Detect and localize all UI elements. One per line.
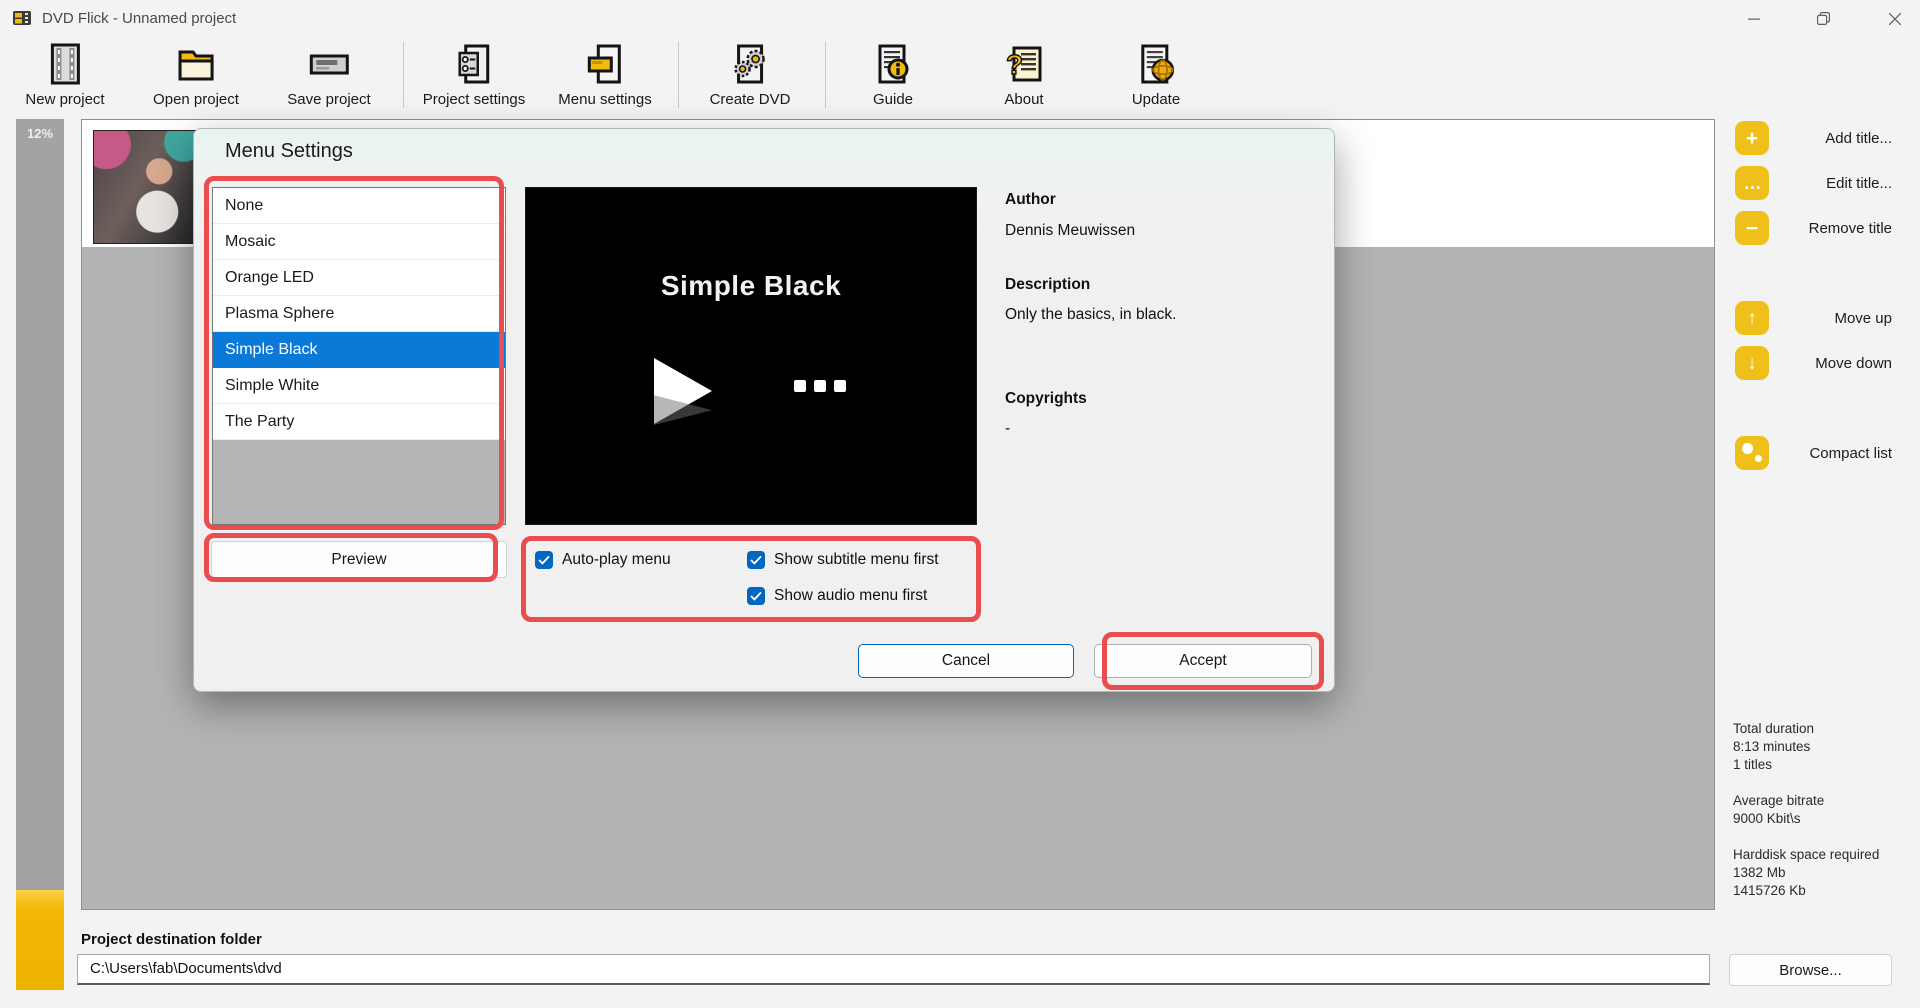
dialog-title: Menu Settings (225, 140, 353, 163)
author-label: Author (1005, 191, 1056, 209)
copyrights-label: Copyrights (1005, 390, 1087, 408)
move-down-icon: ↓ (1735, 346, 1769, 380)
new-project-button[interactable]: New project (25, 40, 104, 108)
play-icon-reflection (654, 395, 712, 425)
toolbar-separator (678, 42, 679, 108)
toolbar-label: New project (25, 91, 104, 108)
restore-icon (1817, 12, 1830, 25)
move-up-icon: ↑ (1735, 301, 1769, 335)
menu-settings-icon (581, 40, 629, 88)
add-title-button[interactable]: + Add title... (1735, 121, 1892, 155)
checkbox-checked-icon (535, 551, 553, 569)
video-thumbnail[interactable] (93, 130, 197, 244)
save-project-button[interactable]: Save project (287, 40, 370, 108)
move-down-button[interactable]: ↓ Move down (1735, 346, 1892, 380)
toolbar-label: Update (1132, 91, 1180, 108)
toolbar-label: Project settings (423, 91, 526, 108)
ellipsis-menu-icon (794, 380, 846, 392)
toolbar: New project Open project Save project (0, 37, 1920, 113)
list-item[interactable]: Simple White (213, 368, 505, 404)
remove-icon: − (1735, 211, 1769, 245)
create-dvd-button[interactable]: Create DVD (710, 40, 791, 108)
toolbar-label: Open project (153, 91, 239, 108)
menu-preview: Simple Black (525, 187, 977, 525)
update-icon (1132, 40, 1180, 88)
disc-capacity-percent: 12% (16, 126, 64, 141)
checkbox-checked-icon (747, 551, 765, 569)
checkbox-checked-icon (747, 587, 765, 605)
total-duration-stats: Total duration 8:13 minutes 1 titles (1733, 720, 1908, 774)
toolbar-label: Save project (287, 91, 370, 108)
accept-button[interactable]: Accept (1094, 644, 1312, 678)
list-item[interactable]: Orange LED (213, 260, 505, 296)
show-subtitle-menu-first-checkbox[interactable]: Show subtitle menu first (747, 549, 939, 571)
edit-title-button[interactable]: … Edit title... (1735, 166, 1892, 200)
browse-button[interactable]: Browse... (1729, 954, 1892, 986)
window-title: DVD Flick - Unnamed project (42, 0, 236, 37)
list-item-selected[interactable]: Simple Black (213, 332, 505, 368)
compact-list-icon (1735, 436, 1769, 470)
list-item[interactable]: None (213, 188, 505, 224)
destination-folder-value: C:\Users\fab\Documents\dvd (90, 960, 282, 977)
update-button[interactable]: Update (1132, 40, 1180, 108)
description-value: Only the basics, in black. (1005, 306, 1176, 324)
edit-icon: … (1735, 166, 1769, 200)
guide-button[interactable]: Guide (869, 40, 917, 108)
minimize-icon (1748, 13, 1760, 25)
remove-title-button[interactable]: − Remove title (1735, 211, 1892, 245)
toolbar-label: Menu settings (558, 91, 651, 108)
save-project-icon (305, 40, 353, 88)
cancel-button[interactable]: Cancel (858, 644, 1074, 678)
open-project-icon (172, 40, 220, 88)
toolbar-label: Create DVD (710, 91, 791, 108)
project-settings-icon (450, 40, 498, 88)
disc-capacity-meter: 12% (16, 119, 64, 990)
add-icon: + (1735, 121, 1769, 155)
restore-button[interactable] (1800, 0, 1846, 37)
close-icon (1889, 13, 1901, 25)
list-item[interactable]: Mosaic (213, 224, 505, 260)
guide-icon (869, 40, 917, 88)
preview-button[interactable]: Preview (211, 541, 507, 578)
about-icon: ? (1000, 40, 1048, 88)
destination-folder-label: Project destination folder (81, 931, 262, 948)
destination-folder-input[interactable]: C:\Users\fab\Documents\dvd (77, 954, 1710, 985)
minimize-button[interactable] (1731, 0, 1777, 37)
new-project-icon (41, 40, 89, 88)
disk-space-stats: Harddisk space required 1382 Mb 1415726 … (1733, 846, 1908, 900)
toolbar-label: About (1004, 91, 1043, 108)
disc-capacity-fill (16, 890, 64, 990)
author-value: Dennis Meuwissen (1005, 222, 1135, 240)
about-button[interactable]: ? About (1000, 40, 1048, 108)
compact-list-button[interactable]: Compact list (1735, 436, 1892, 470)
menu-template-list[interactable]: None Mosaic Orange LED Plasma Sphere Sim… (212, 187, 506, 525)
list-item[interactable]: The Party (213, 404, 505, 440)
app-icon (12, 8, 32, 28)
description-label: Description (1005, 276, 1090, 294)
title-bar: DVD Flick - Unnamed project (0, 0, 1920, 37)
menu-settings-dialog: Menu Settings None Mosaic Orange LED Pla… (193, 128, 1335, 692)
auto-play-menu-checkbox[interactable]: Auto-play menu (535, 549, 671, 571)
create-dvd-icon (726, 40, 774, 88)
project-settings-button[interactable]: Project settings (423, 40, 526, 108)
bitrate-stats: Average bitrate 9000 Kbit\s (1733, 792, 1908, 828)
list-item[interactable]: Plasma Sphere (213, 296, 505, 332)
toolbar-label: Guide (873, 91, 913, 108)
move-up-button[interactable]: ↑ Move up (1735, 301, 1892, 335)
open-project-button[interactable]: Open project (153, 40, 239, 108)
show-audio-menu-first-checkbox[interactable]: Show audio menu first (747, 585, 927, 607)
toolbar-separator (825, 42, 826, 108)
preview-menu-title: Simple Black (526, 270, 976, 302)
svg-text:?: ? (1006, 49, 1023, 80)
close-button[interactable] (1872, 0, 1918, 37)
copyrights-value: - (1005, 420, 1010, 438)
toolbar-separator (403, 42, 404, 108)
menu-settings-button[interactable]: Menu settings (558, 40, 651, 108)
